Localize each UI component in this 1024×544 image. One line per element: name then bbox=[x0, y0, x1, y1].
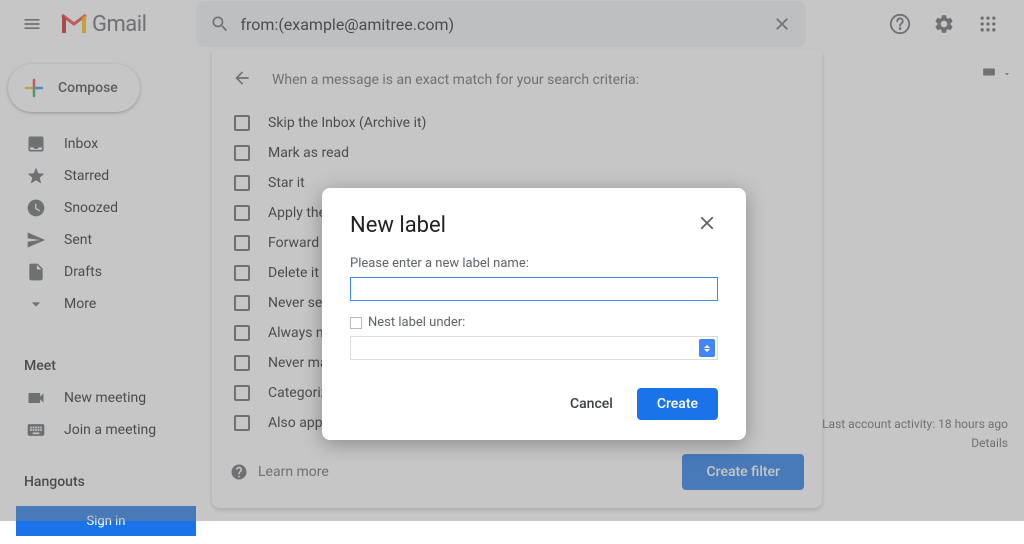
modal-close-button[interactable] bbox=[696, 212, 718, 238]
cancel-button[interactable]: Cancel bbox=[554, 388, 629, 420]
modal-title: New label bbox=[350, 213, 446, 238]
close-icon bbox=[696, 212, 718, 234]
modal-footer: Cancel Create bbox=[350, 388, 718, 420]
nest-checkbox[interactable] bbox=[350, 317, 362, 329]
nest-parent-select[interactable] bbox=[350, 336, 718, 360]
nest-label: Nest label under: bbox=[368, 315, 465, 330]
select-handle-icon bbox=[699, 339, 715, 357]
label-name-input[interactable] bbox=[350, 277, 718, 301]
nest-row: Nest label under: bbox=[350, 315, 718, 330]
create-button[interactable]: Create bbox=[637, 388, 718, 420]
modal-header: New label bbox=[350, 212, 718, 238]
new-label-modal: New label Please enter a new label name:… bbox=[322, 188, 746, 440]
label-name-prompt: Please enter a new label name: bbox=[350, 256, 718, 271]
